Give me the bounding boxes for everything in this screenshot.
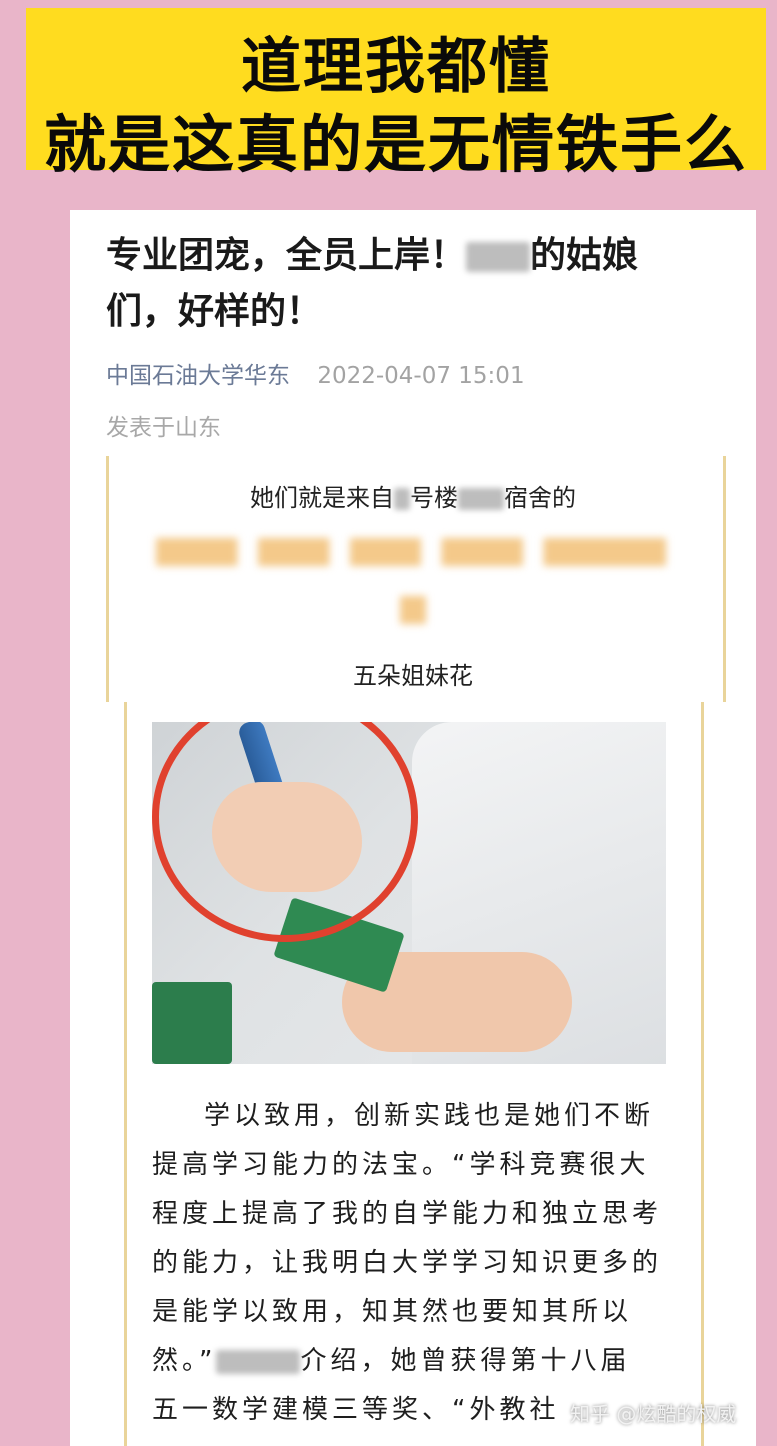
title-part-2: 的姑娘 <box>530 235 639 276</box>
title-line-2: 们，好样的！ <box>106 291 323 332</box>
blurred-name-tail <box>400 596 426 624</box>
article-photo[interactable] <box>152 722 666 1064</box>
article-title: 专业团宠，全员上岸！ 的姑娘 们，好样的！ <box>106 228 726 340</box>
body-line: 然。” 介绍，她曾获得第十八届 <box>152 1337 672 1386</box>
headline-banner: 道理我都懂 就是这真的是无情铁手么 <box>26 8 766 181</box>
blurred-student-name <box>216 1349 301 1374</box>
source-account-link[interactable]: 中国石油大学华东 <box>106 363 290 389</box>
blurred-room-number <box>458 488 504 510</box>
sisters-line: 五朵姐妹花 <box>353 662 473 690</box>
intro-line: 她们就是来自 号楼 宿舍的 <box>70 478 756 513</box>
blurred-class-number <box>466 242 531 272</box>
body-line: 学以致用，创新实践也是她们不断 <box>204 1101 655 1131</box>
article-meta: 中国石油大学华东 2022-04-07 15:01 <box>106 356 525 390</box>
body-line: 是能学以致用，知其然也要知其所以 <box>152 1297 633 1327</box>
publish-time: 2022-04-07 15:01 <box>317 363 525 389</box>
blurred-names <box>156 538 666 566</box>
red-circle-highlight <box>152 722 418 942</box>
body-text-span: 介绍，她曾获得第十八届 <box>300 1346 631 1376</box>
publish-location: 发表于山东 <box>106 415 221 441</box>
circuit-board-left <box>152 982 232 1064</box>
body-line: 程度上提高了我的自学能力和独立思考 <box>152 1199 663 1229</box>
body-text-span: 然。” <box>152 1346 217 1376</box>
banner-line-2: 就是这真的是无情铁手么 <box>43 108 748 181</box>
article-card: 专业团宠，全员上岸！ 的姑娘 们，好样的！ 中国石油大学华东 2022-04-07… <box>70 210 756 1446</box>
article-body: 学以致用，创新实践也是她们不断 提高学习能力的法宝。“学科竞赛很大 程度上提高了… <box>152 1092 672 1435</box>
body-line: 提高学习能力的法宝。“学科竞赛很大 <box>152 1150 650 1180</box>
body-line: 的能力，让我明白大学学习知识更多的 <box>152 1248 663 1278</box>
intro-text-a: 她们就是来自 <box>250 484 394 512</box>
banner-line-1: 道理我都懂 <box>241 32 551 102</box>
title-part-1: 专业团宠，全员上岸！ <box>106 235 467 276</box>
intro-text-c: 宿舍的 <box>504 484 576 512</box>
intro-text-b: 号楼 <box>410 484 458 512</box>
blurred-building-number <box>394 488 410 510</box>
zhihu-watermark: 知乎 @炫酷的权威 <box>570 1402 737 1426</box>
